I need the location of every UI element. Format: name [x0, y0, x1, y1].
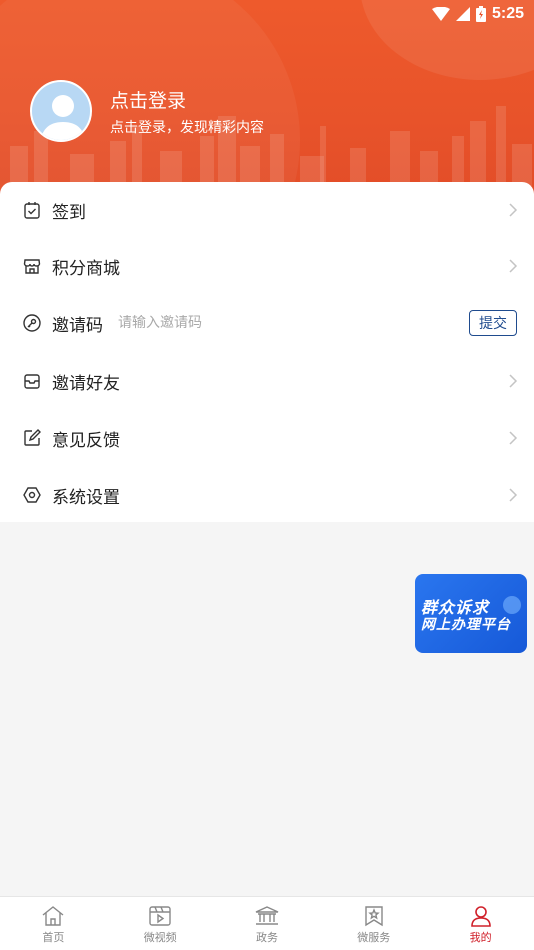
video-icon [149, 906, 171, 926]
chevron-right-icon [509, 374, 518, 388]
signal-icon [455, 7, 470, 21]
tab-service[interactable]: 微服务 [320, 897, 427, 950]
tab-mine[interactable]: 我的 [427, 897, 534, 950]
store-icon [22, 256, 42, 276]
chevron-right-icon [509, 488, 518, 502]
banner-line2: 网上办理平台 [421, 617, 511, 633]
appeal-platform-banner[interactable]: 群众诉求 网上办理平台 [415, 574, 527, 653]
menu-item-invite-friends[interactable]: 邀请好友 [0, 353, 534, 409]
submit-button[interactable]: 提交 [469, 310, 517, 336]
chevron-right-icon [509, 259, 518, 273]
inbox-icon [22, 371, 42, 391]
menu-list: 签到 积分商城 邀请码 提交 邀请好友 意见反馈 系统设置 [0, 182, 534, 522]
tab-label: 微服务 [357, 931, 391, 944]
menu-label: 邀请码 [52, 315, 103, 336]
tab-video[interactable]: 微视频 [107, 897, 214, 950]
chevron-right-icon [509, 431, 518, 445]
menu-label: 签到 [52, 202, 86, 223]
home-icon [42, 906, 64, 926]
battery-icon [475, 6, 486, 22]
avatar[interactable] [30, 80, 92, 142]
user-icon [470, 906, 491, 927]
menu-label: 邀请好友 [52, 373, 120, 394]
tab-label: 首页 [42, 931, 65, 944]
menu-item-feedback[interactable]: 意见反馈 [0, 410, 534, 466]
tab-government[interactable]: 政务 [214, 897, 321, 950]
banner-decoration [503, 596, 521, 614]
settings-icon [22, 485, 42, 505]
tab-home[interactable]: 首页 [0, 897, 107, 950]
government-icon [255, 906, 279, 925]
key-icon [22, 313, 42, 333]
menu-label: 积分商城 [52, 258, 120, 279]
invite-code-input[interactable] [118, 315, 418, 331]
login-subtitle: 点击登录，发现精彩内容 [110, 120, 264, 136]
edit-icon [22, 428, 42, 448]
menu-item-check-in[interactable]: 签到 [0, 182, 534, 238]
menu-item-settings[interactable]: 系统设置 [0, 467, 534, 523]
status-bar: 5:25 [431, 0, 534, 28]
status-time: 5:25 [491, 5, 524, 22]
check-in-icon [22, 200, 42, 220]
menu-label: 意见反馈 [52, 430, 120, 451]
login-title[interactable]: 点击登录 [110, 86, 186, 113]
service-icon [365, 906, 383, 927]
chevron-right-icon [509, 203, 518, 217]
bottom-tab-bar: 首页 微视频 政务 微服务 我的 [0, 896, 534, 950]
tab-label: 我的 [469, 931, 492, 944]
wifi-icon [431, 7, 450, 21]
tab-label: 微视频 [143, 931, 177, 944]
menu-item-invite-code: 邀请码 提交 [0, 295, 534, 351]
menu-item-points-mall[interactable]: 积分商城 [0, 238, 534, 294]
menu-label: 系统设置 [52, 487, 120, 508]
tab-label: 政务 [255, 931, 278, 944]
